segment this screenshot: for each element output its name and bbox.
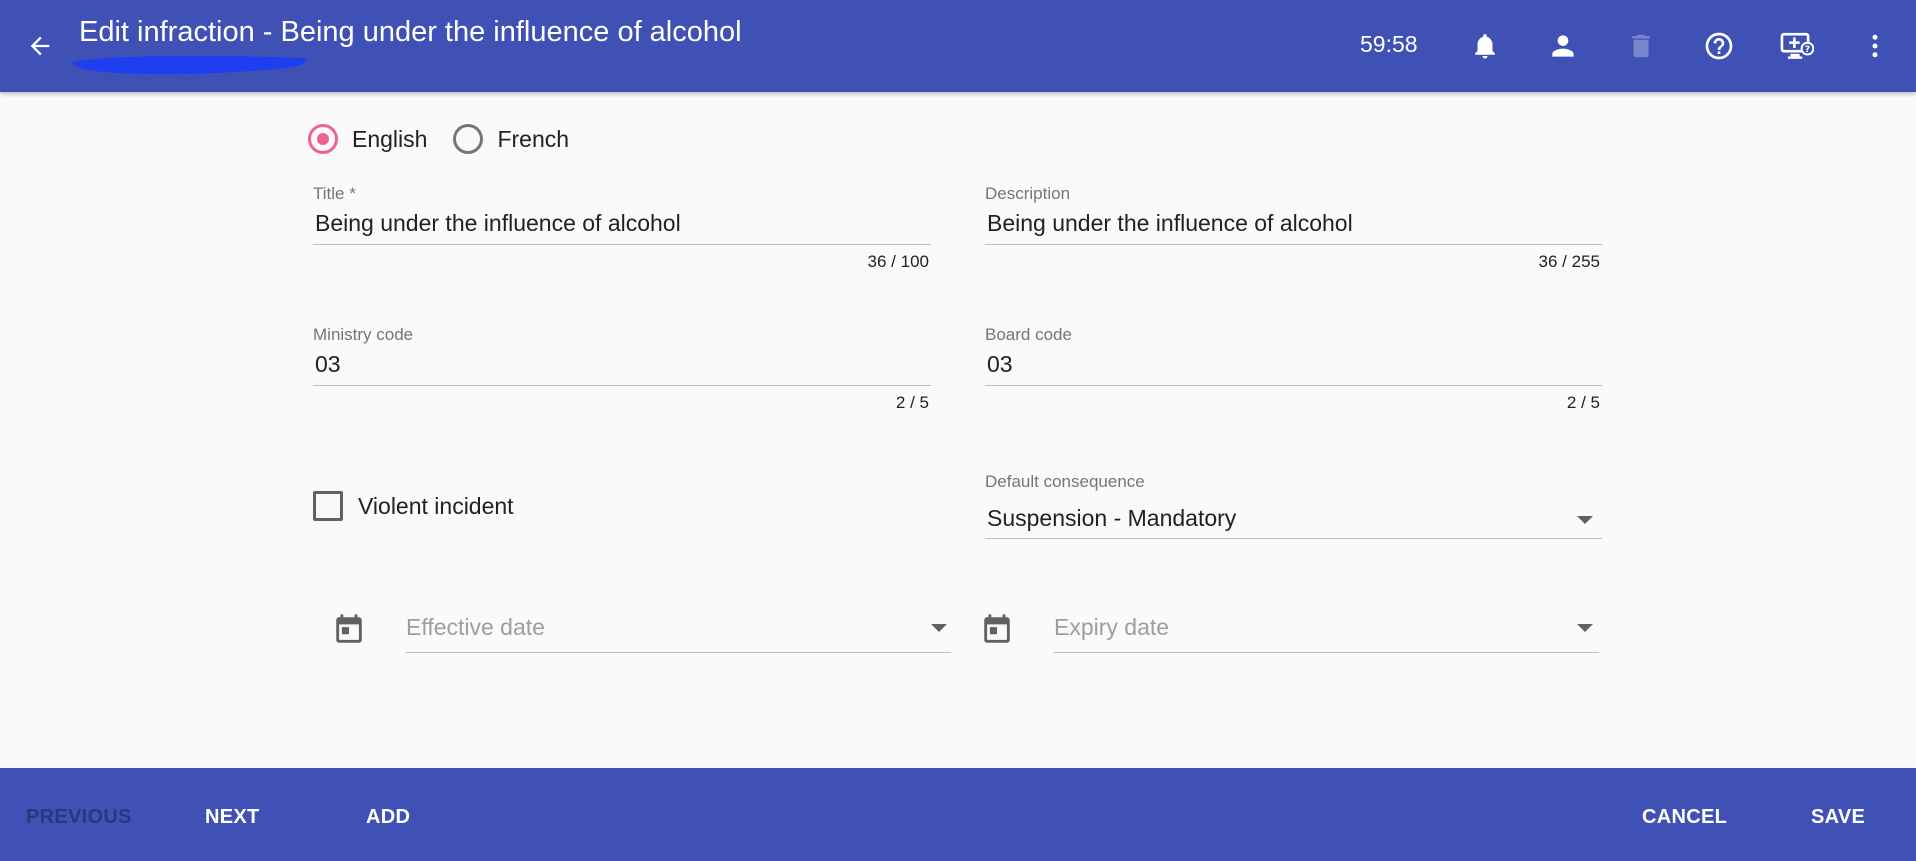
- notifications-button[interactable]: [1463, 24, 1507, 68]
- account-button[interactable]: [1541, 24, 1585, 68]
- chevron-down-icon: [1577, 516, 1593, 524]
- radio-english[interactable]: [308, 124, 338, 154]
- help-button[interactable]: [1697, 24, 1741, 68]
- board-code-field[interactable]: Board code 03 2 / 5: [985, 325, 1602, 425]
- radio-english-label: English: [352, 125, 428, 152]
- radio-french-label: French: [497, 125, 570, 152]
- violent-incident-checkbox[interactable]: [313, 491, 343, 521]
- bell-icon: [1475, 34, 1495, 59]
- board-code-underline: [985, 385, 1602, 386]
- effective-date-underline: [406, 652, 951, 653]
- effective-date-field[interactable]: Effective date: [406, 608, 951, 654]
- person-icon: [1552, 35, 1574, 57]
- language-selector: English French: [308, 124, 595, 154]
- title-input[interactable]: Being under the influence of alcohol: [315, 210, 681, 237]
- ministry-code-char-counter: 2 / 5: [895, 393, 929, 412]
- ministry-code-input[interactable]: 03: [315, 351, 341, 378]
- expiry-date-underline: [1054, 652, 1599, 653]
- cancel-button[interactable]: CANCEL: [1642, 806, 1727, 829]
- back-arrow-icon: [30, 36, 50, 56]
- trash-icon: [1632, 34, 1650, 58]
- default-consequence-underline: [985, 538, 1602, 539]
- board-code-char-counter: 2 / 5: [1566, 393, 1600, 412]
- app-toolbar: Edit infraction - Being under the influe…: [0, 0, 1916, 92]
- back-button[interactable]: [20, 26, 60, 66]
- monitor-help-icon: ?: [1780, 32, 1814, 59]
- description-underline: [985, 244, 1602, 245]
- delete-button[interactable]: [1619, 24, 1663, 68]
- title-char-counter: 36 / 100: [867, 252, 929, 271]
- svg-text:?: ?: [1805, 45, 1810, 55]
- radio-french[interactable]: [453, 124, 484, 154]
- ministry-code-label: Ministry code: [313, 325, 414, 344]
- description-field[interactable]: Description Being under the influence of…: [985, 184, 1602, 284]
- chevron-down-icon: [1577, 624, 1593, 632]
- help-icon: [1705, 32, 1733, 60]
- page-title: Edit infraction - Being under the influe…: [79, 16, 742, 48]
- redaction-scribble: [72, 55, 306, 75]
- more-vert-icon: [1872, 34, 1878, 58]
- expiry-date-placeholder: Expiry date: [1054, 614, 1170, 640]
- description-char-counter: 36 / 255: [1538, 252, 1600, 271]
- default-consequence-label: Default consequence: [985, 472, 1145, 491]
- more-options-button[interactable]: [1853, 24, 1897, 68]
- save-button[interactable]: SAVE: [1811, 806, 1865, 829]
- title-field[interactable]: Title * Being under the influence of alc…: [313, 184, 931, 284]
- default-consequence-value: Suspension - Mandatory: [987, 505, 1237, 531]
- next-button[interactable]: NEXT: [205, 806, 260, 829]
- title-label: Title *: [313, 184, 356, 203]
- default-consequence-select[interactable]: Default consequence Suspension - Mandato…: [985, 472, 1602, 542]
- ministry-code-field[interactable]: Ministry code 03 2 / 5: [313, 325, 931, 425]
- title-underline: [313, 244, 931, 245]
- calendar-icon[interactable]: [332, 612, 366, 648]
- session-timer: 59:58: [1360, 31, 1418, 57]
- calendar-icon[interactable]: [980, 612, 1014, 648]
- add-button[interactable]: ADD: [366, 806, 410, 829]
- chevron-down-icon: [931, 624, 947, 632]
- violent-incident-label: Violent incident: [358, 493, 514, 519]
- expiry-date-field[interactable]: Expiry date: [1054, 608, 1599, 654]
- ministry-code-underline: [313, 385, 931, 386]
- screen-help-button[interactable]: ?: [1775, 24, 1819, 68]
- description-input[interactable]: Being under the influence of alcohol: [987, 210, 1353, 237]
- description-label: Description: [985, 184, 1071, 203]
- previous-button[interactable]: PREVIOUS: [26, 806, 132, 829]
- bottom-action-bar: PREVIOUS NEXT ADD CANCEL SAVE: [0, 768, 1916, 861]
- effective-date-placeholder: Effective date: [406, 614, 545, 640]
- board-code-input[interactable]: 03: [987, 351, 1013, 378]
- board-code-label: Board code: [985, 325, 1072, 344]
